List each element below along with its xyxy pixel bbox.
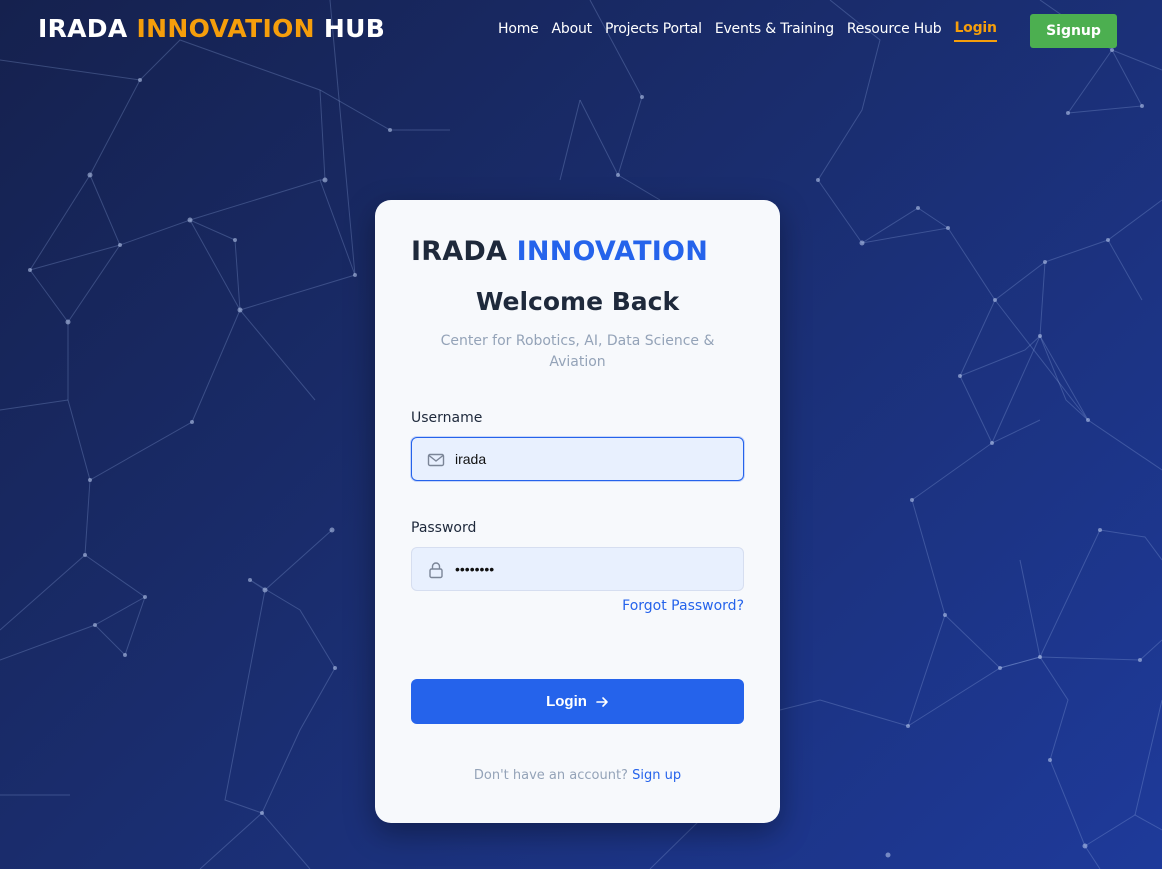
username-input[interactable] [455, 438, 735, 480]
login-button[interactable]: Login [411, 679, 744, 724]
password-label: Password [411, 520, 477, 536]
nav-projects-portal-link[interactable]: Projects Portal [605, 21, 702, 41]
password-field[interactable] [411, 547, 744, 591]
mail-icon [427, 453, 445, 467]
page-title: Welcome Back [475, 287, 680, 316]
username-field[interactable] [411, 437, 744, 481]
nav-home-link[interactable]: Home [498, 21, 539, 41]
lock-icon [429, 562, 443, 579]
signup-prompt-text: Don't have an account? [473, 768, 628, 783]
card-logo-irada: IRADA [411, 236, 508, 267]
signup-prompt: Don't have an account? Sign up [375, 768, 780, 783]
signup-button[interactable]: Signup [1030, 14, 1117, 48]
arrow-right-icon [596, 696, 608, 707]
page-subtitle: Center for Robotics, AI, Data Science & … [440, 333, 715, 370]
logo-text-irada: IRADA [38, 14, 128, 43]
logo-text-hub: HUB [323, 14, 386, 43]
signup-link[interactable]: Sign up [632, 768, 681, 783]
card-logo: IRADA INNOVATION [411, 236, 708, 267]
nav-about-link[interactable]: About [552, 21, 593, 41]
main-nav: Home About Projects Portal Events & Trai… [498, 20, 997, 42]
nav-login-link[interactable]: Login [954, 20, 997, 42]
login-button-label: Login [546, 693, 587, 710]
login-card: IRADA INNOVATION Welcome Back Center for… [375, 200, 780, 823]
nav-events-training-link[interactable]: Events & Training [715, 21, 834, 41]
nav-resource-hub-link[interactable]: Resource Hub [847, 21, 942, 41]
card-logo-innovation: INNOVATION [516, 236, 708, 267]
username-label: Username [411, 410, 483, 426]
top-navbar: IRADA INNOVATION HUB Home About Projects… [0, 0, 1162, 62]
site-logo[interactable]: IRADA INNOVATION HUB [38, 14, 385, 43]
password-input[interactable] [455, 548, 735, 590]
logo-text-innovation: INNOVATION [136, 14, 315, 43]
forgot-password-link[interactable]: Forgot Password? [622, 598, 744, 614]
